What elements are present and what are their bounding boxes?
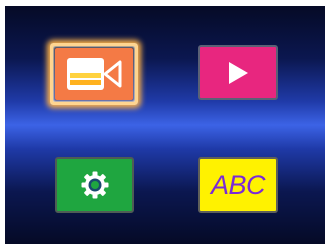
main-menu-screen: ABC — [5, 6, 325, 244]
camera-tile-face — [55, 48, 133, 100]
settings-button[interactable] — [55, 157, 134, 213]
play-icon — [227, 61, 249, 85]
camera-mode-button[interactable] — [50, 43, 138, 105]
language-button[interactable]: ABC — [198, 157, 278, 213]
gear-icon — [80, 170, 110, 200]
video-camera-icon — [64, 54, 124, 94]
abc-text-icon: ABC — [210, 169, 266, 200]
playback-mode-button[interactable] — [198, 45, 278, 100]
